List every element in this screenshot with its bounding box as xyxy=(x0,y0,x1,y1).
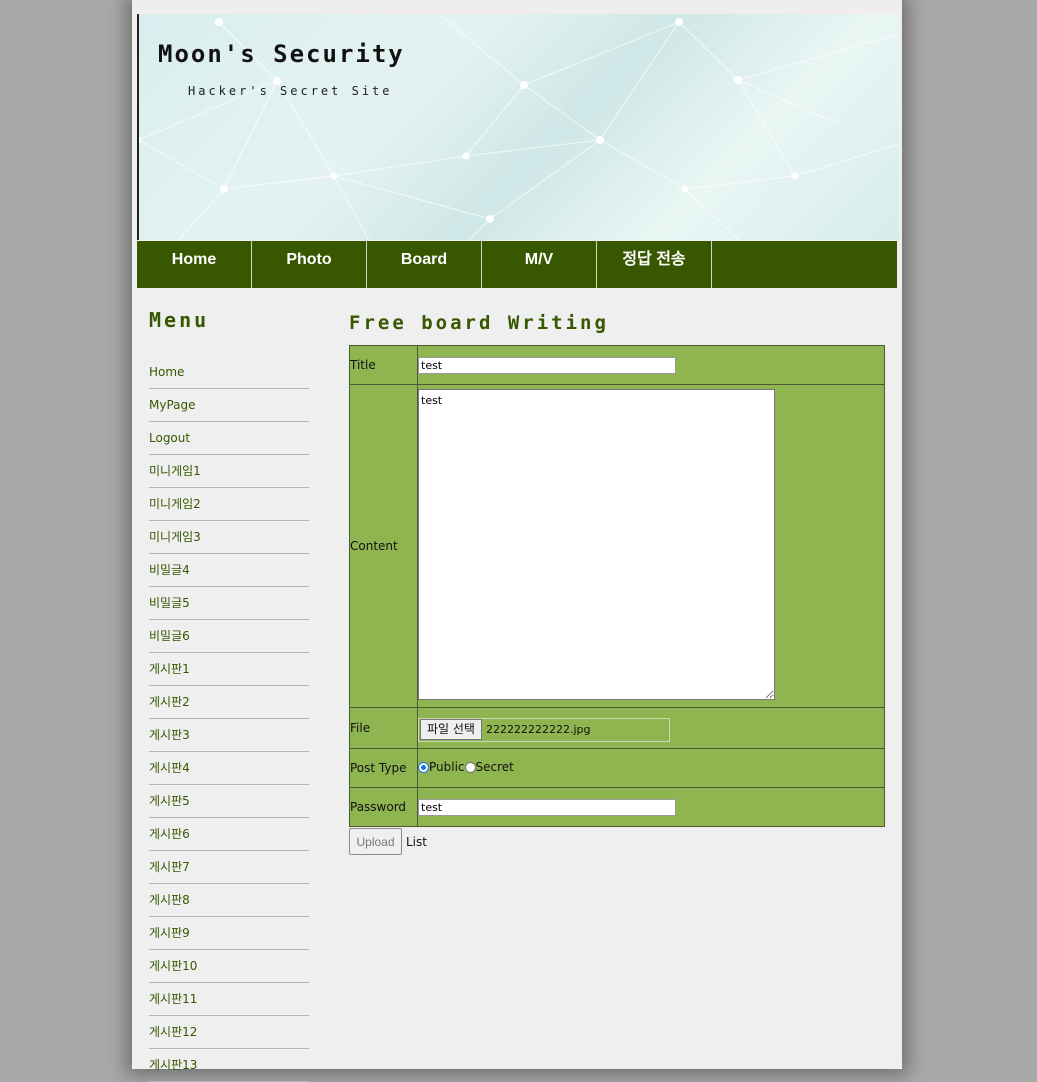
nav-photo[interactable]: Photo xyxy=(252,241,367,288)
file-row: File 파일 선택 222222222222.jpg xyxy=(349,707,885,749)
main-nav: Home Photo Board M/V 정답 전송 xyxy=(137,241,897,288)
sidebar-item-mypage[interactable]: MyPage xyxy=(149,389,309,422)
file-name: 222222222222.jpg xyxy=(485,723,591,736)
sidebar-item-secret-5[interactable]: 비밀글5 xyxy=(149,587,309,620)
file-input[interactable]: 파일 선택 222222222222.jpg xyxy=(418,717,670,742)
site-title: Moon's Security xyxy=(158,40,405,68)
password-input[interactable] xyxy=(418,798,676,816)
sidebar-item-minigame-3[interactable]: 미니게임3 xyxy=(149,521,309,554)
sidebar-item-secret-6[interactable]: 비밀글6 xyxy=(149,620,309,653)
public-radio[interactable] xyxy=(418,761,429,773)
sidebar-menu: Home MyPage Logout 미니게임1 미니게임2 미니게임3 비밀글… xyxy=(149,356,309,1082)
sidebar-item-board-2[interactable]: 게시판2 xyxy=(149,686,309,719)
file-label: File xyxy=(349,707,418,749)
nav-mv[interactable]: M/V xyxy=(482,241,597,288)
content-label: Content xyxy=(349,384,418,708)
post-type-label: Post Type xyxy=(349,748,418,788)
sidebar-item-board-10[interactable]: 게시판10 xyxy=(149,950,309,983)
file-choose-button[interactable]: 파일 선택 xyxy=(420,719,482,740)
sidebar-item-minigame-1[interactable]: 미니게임1 xyxy=(149,455,309,488)
sidebar-item-board-5[interactable]: 게시판5 xyxy=(149,785,309,818)
nav-answer-submit[interactable]: 정답 전송 xyxy=(597,241,712,288)
sidebar-item-board-9[interactable]: 게시판9 xyxy=(149,917,309,950)
password-row: Password xyxy=(349,787,885,827)
sidebar-item-board-1[interactable]: 게시판1 xyxy=(149,653,309,686)
post-type-row: Post Type Public Secret xyxy=(349,748,885,788)
sidebar-item-board-12[interactable]: 게시판12 xyxy=(149,1016,309,1049)
content-row: Content test xyxy=(349,384,885,708)
password-label: Password xyxy=(349,787,418,827)
content-textarea[interactable]: test xyxy=(418,389,775,700)
secret-radio[interactable] xyxy=(464,761,476,773)
sidebar-title: Menu xyxy=(149,308,210,332)
write-form-table: Title Content test File 파일 선택 2222222222… xyxy=(349,345,885,827)
page-title: Free board Writing xyxy=(349,312,609,334)
nav-home[interactable]: Home xyxy=(137,241,252,288)
post-type-public-option[interactable]: Public xyxy=(418,760,465,774)
secret-radio-label: Secret xyxy=(475,760,514,775)
site-subtitle: Hacker's Secret Site xyxy=(188,84,393,98)
main-content: Free board Writing Title Content test Fi… xyxy=(349,300,885,855)
sidebar-item-board-6[interactable]: 게시판6 xyxy=(149,818,309,851)
upload-button[interactable]: Upload xyxy=(349,828,402,855)
sidebar-item-board-11[interactable]: 게시판11 xyxy=(149,983,309,1016)
list-link[interactable]: List xyxy=(406,835,427,849)
sidebar-item-board-7[interactable]: 게시판7 xyxy=(149,851,309,884)
sidebar-item-board-8[interactable]: 게시판8 xyxy=(149,884,309,917)
public-radio-label: Public xyxy=(429,760,465,775)
sidebar-item-secret-4[interactable]: 비밀글4 xyxy=(149,554,309,587)
post-type-secret-option[interactable]: Secret xyxy=(464,760,514,775)
title-row: Title xyxy=(349,345,885,385)
title-input[interactable] xyxy=(418,356,676,374)
sidebar: Menu Home MyPage Logout 미니게임1 미니게임2 미니게임… xyxy=(149,300,309,1082)
sidebar-item-home[interactable]: Home xyxy=(149,356,309,389)
form-actions: Upload List xyxy=(349,828,885,855)
sidebar-item-board-3[interactable]: 게시판3 xyxy=(149,719,309,752)
site-header: Moon's Security Hacker's Secret Site xyxy=(137,14,899,240)
title-label: Title xyxy=(349,345,418,385)
nav-board[interactable]: Board xyxy=(367,241,482,288)
sidebar-item-board-4[interactable]: 게시판4 xyxy=(149,752,309,785)
top-strip xyxy=(132,0,902,14)
sidebar-item-board-13[interactable]: 게시판13 xyxy=(149,1049,309,1082)
page-container: Moon's Security Hacker's Secret Site Hom… xyxy=(132,0,902,1082)
sidebar-item-logout[interactable]: Logout xyxy=(149,422,309,455)
sidebar-item-minigame-2[interactable]: 미니게임2 xyxy=(149,488,309,521)
